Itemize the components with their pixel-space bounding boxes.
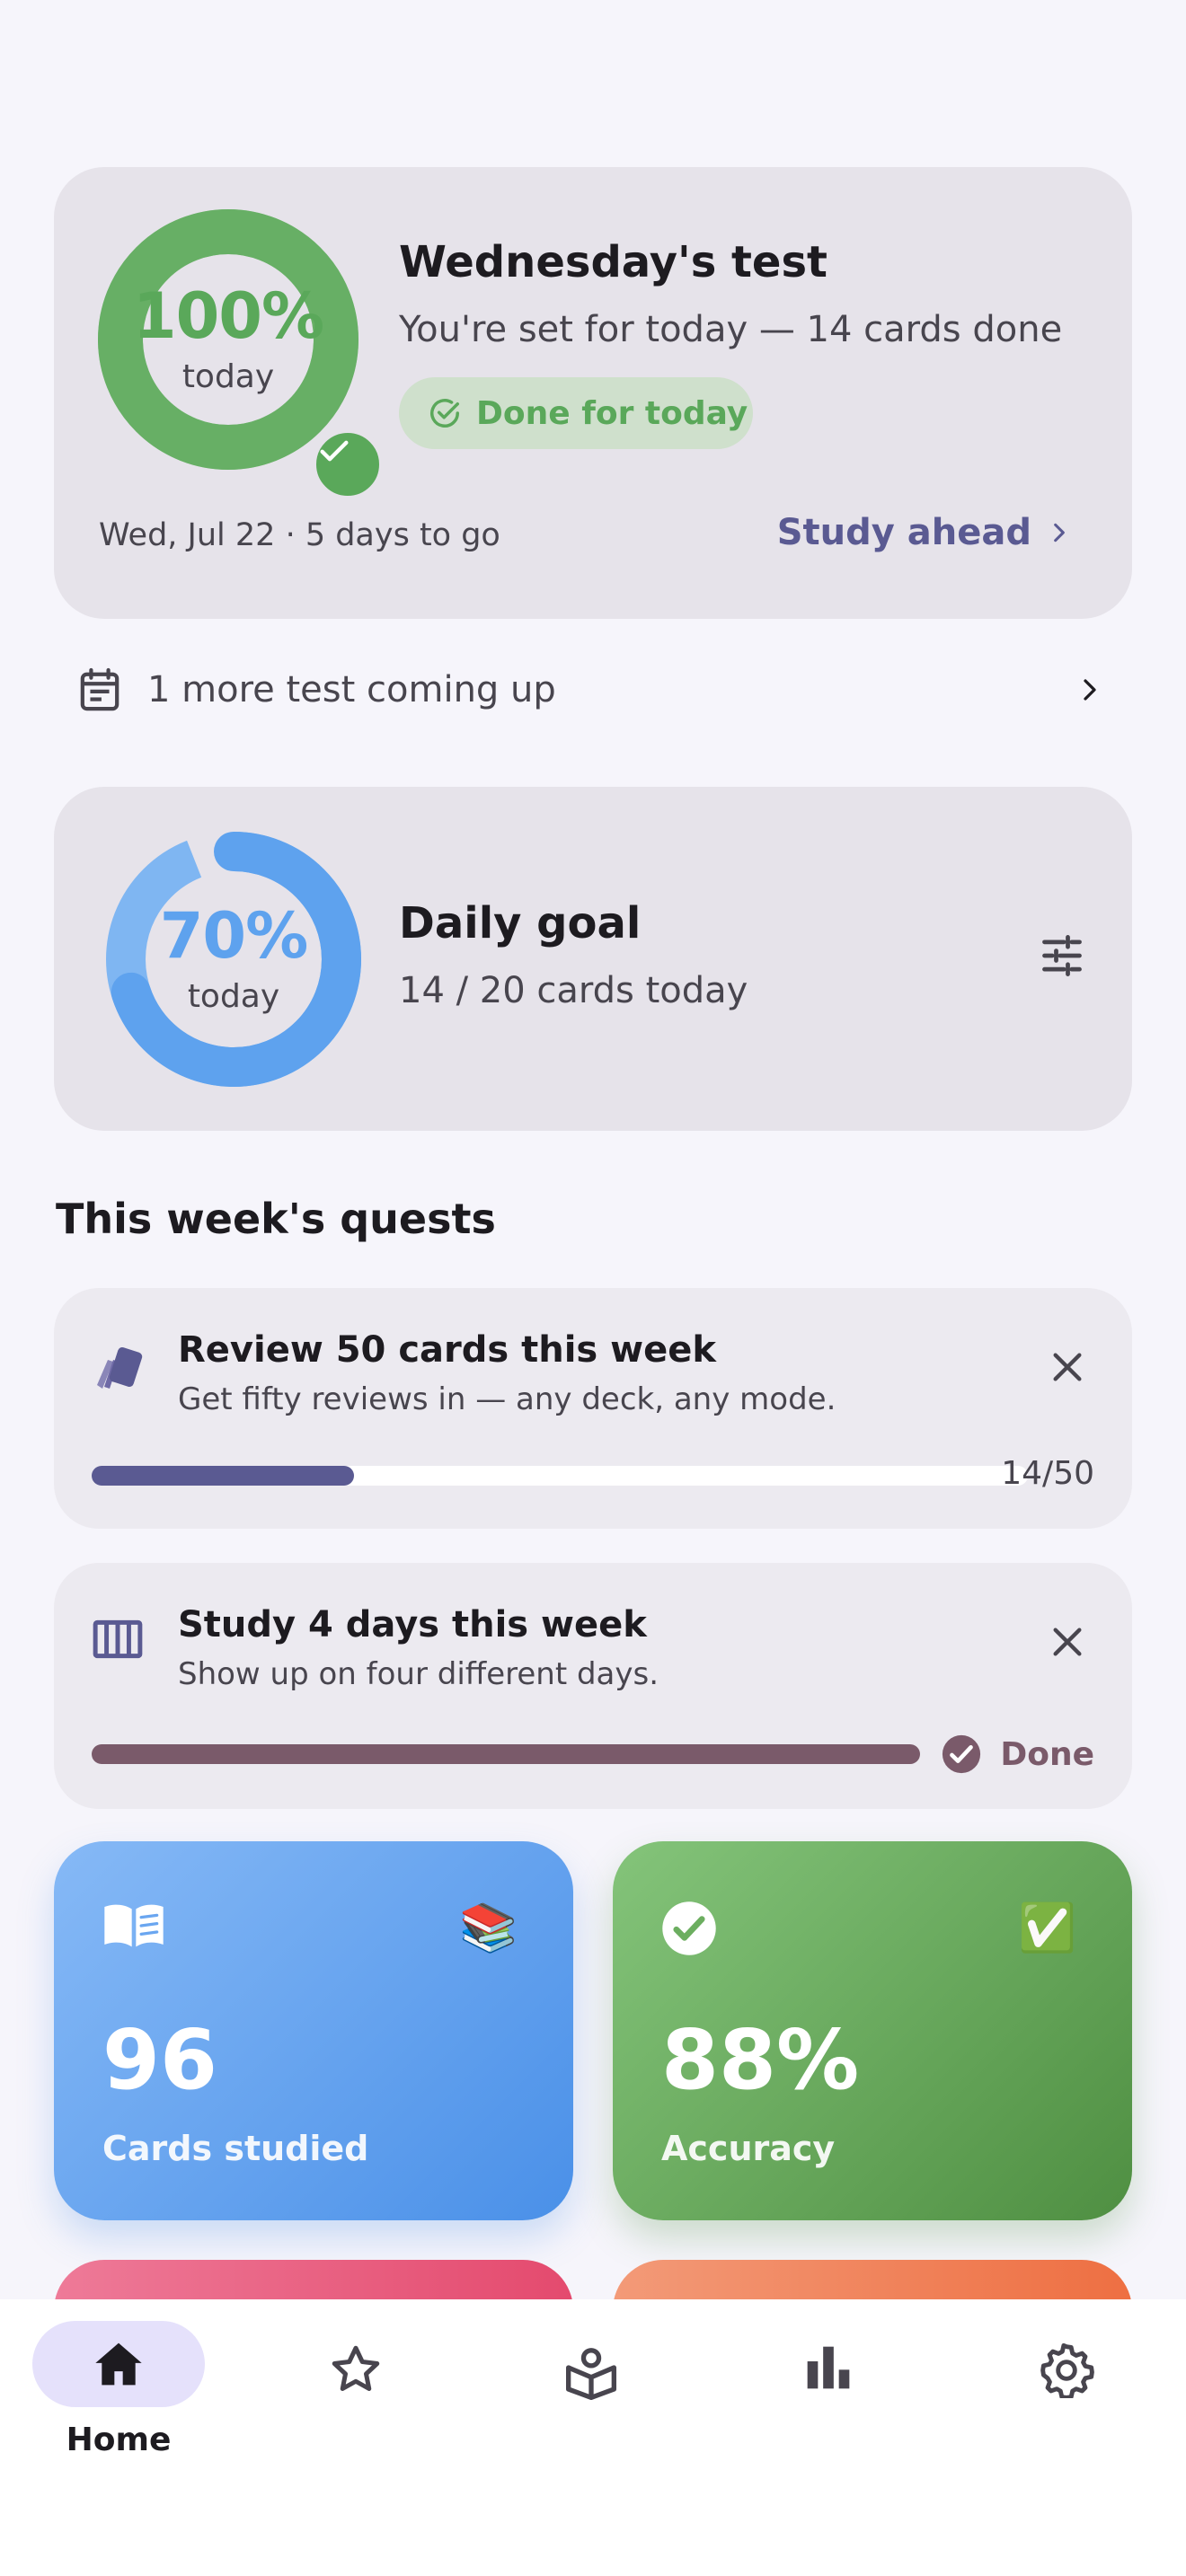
cards-studied-label: Cards studied <box>102 2129 369 2168</box>
quest-card[interactable]: Review 50 cards this week Get fifty revi… <box>54 1288 1132 1529</box>
learn-icon[interactable] <box>562 2342 620 2400</box>
book-icon <box>104 1904 164 1947</box>
nav-home-button[interactable] <box>32 2321 205 2407</box>
study-ahead-button[interactable]: Study ahead <box>777 512 1071 553</box>
check-circle-icon <box>662 1901 716 1955</box>
quests-section-title: This week's quests <box>56 1195 496 1243</box>
upcoming-tests-row[interactable]: 1 more test coming up <box>79 654 1103 726</box>
daily-goal-card[interactable]: 70% today Daily goal 14 / 20 cards today <box>54 787 1132 1131</box>
goal-ring-percent: 70% <box>159 898 309 973</box>
quest-done-label: Done <box>1000 1735 1094 1773</box>
quest-description: Show up on four different days. <box>178 1656 659 1692</box>
cards-studied-tile[interactable]: 📚 96 Cards studied <box>54 1841 573 2220</box>
nav-home-label: Home <box>66 2422 172 2458</box>
test-title: Wednesday's test <box>399 237 828 287</box>
done-for-today-chip: Done for today <box>399 377 753 449</box>
test-progress-ring: 100% today <box>97 208 385 501</box>
goal-progress-ring: 70% today <box>102 828 365 1090</box>
close-icon[interactable] <box>1049 1349 1085 1385</box>
gear-icon[interactable] <box>1039 2342 1094 2398</box>
books-emoji: 📚 <box>459 1901 518 1955</box>
upcoming-label: 1 more test coming up <box>147 669 556 710</box>
calendar-icon <box>80 667 119 711</box>
home-icon <box>95 2342 142 2386</box>
quest-title: Study 4 days this week <box>178 1604 647 1645</box>
quest-done-status: Done <box>941 1734 1094 1775</box>
chevron-right-icon <box>1084 679 1096 701</box>
quest-progress-bar <box>92 1744 920 1764</box>
test-ring-sub: today <box>181 357 275 395</box>
quest-progress-fill <box>92 1466 354 1486</box>
quest-description: Get fifty reviews in — any deck, any mod… <box>178 1381 836 1417</box>
quest-count: 14/50 <box>1001 1455 1094 1492</box>
study-ahead-label: Study ahead <box>776 512 1031 553</box>
tune-settings-icon[interactable] <box>1039 932 1085 979</box>
chevron-right-icon <box>1054 523 1065 543</box>
accuracy-label: Accuracy <box>661 2129 836 2168</box>
done-chip-label: Done for today <box>476 394 748 432</box>
cards-icon <box>97 1346 143 1389</box>
close-icon[interactable] <box>1049 1624 1085 1660</box>
columns-calendar-icon <box>93 1619 143 1659</box>
cards-studied-value: 96 <box>102 2012 218 2108</box>
bottom-navigation: Home <box>0 2299 1186 2576</box>
star-icon[interactable] <box>329 2342 383 2396</box>
quest-progress-fill <box>92 1744 920 1764</box>
goal-title: Daily goal <box>399 898 642 948</box>
test-card[interactable]: 100% today Wednesday's test You're set f… <box>54 167 1132 619</box>
test-ring-percent: 100% <box>132 278 324 353</box>
home-screen: 100% today Wednesday's test You're set f… <box>0 0 1186 2576</box>
test-subtitle: You're set for today — 14 cards done <box>399 309 1063 350</box>
test-date: Wed, Jul 22 · 5 days to go <box>99 517 500 553</box>
quest-title: Review 50 cards this week <box>178 1329 716 1371</box>
quest-card[interactable]: Study 4 days this week Show up on four d… <box>54 1563 1132 1809</box>
accuracy-value: 88% <box>661 2012 860 2108</box>
check-badge-icon <box>311 428 385 501</box>
goal-ring-sub: today <box>187 977 280 1015</box>
check-circle-filled-icon <box>943 1734 981 1774</box>
check-mark-emoji: ✅ <box>1018 1901 1076 1955</box>
quest-progress-bar <box>92 1466 1028 1486</box>
check-circle-icon <box>430 399 459 428</box>
bar-chart-icon[interactable] <box>803 2342 854 2393</box>
accuracy-tile[interactable]: ✅ 88% Accuracy <box>613 1841 1132 2220</box>
goal-subtitle: 14 / 20 cards today <box>399 970 748 1011</box>
